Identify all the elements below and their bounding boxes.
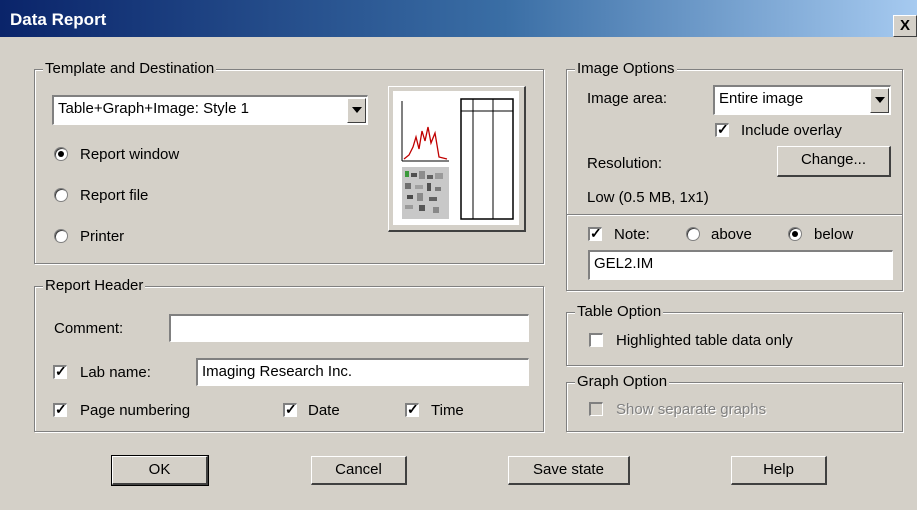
- note-label[interactable]: Note:: [614, 226, 650, 244]
- graph-option-legend: Graph Option: [575, 373, 670, 391]
- lab-name-checkbox[interactable]: [53, 363, 67, 379]
- note-below-radio[interactable]: [788, 227, 802, 241]
- template-preview-icon: [393, 91, 519, 225]
- save-state-button[interactable]: Save state: [508, 456, 630, 485]
- separate-graphs-checkbox[interactable]: [589, 402, 603, 416]
- report-header-legend: Report Header: [43, 277, 146, 295]
- table-option-legend: Table Option: [575, 303, 664, 321]
- include-overlay-checkbox[interactable]: [715, 121, 729, 137]
- template-preview-button[interactable]: [388, 86, 526, 232]
- page-numbering-checkbox[interactable]: [53, 401, 67, 417]
- template-destination-legend: Template and Destination: [43, 60, 217, 78]
- radio-report-window[interactable]: [54, 147, 68, 161]
- image-area-dropdown-value: Entire image: [719, 90, 804, 107]
- image-options-legend: Image Options: [575, 60, 677, 78]
- template-dropdown-value: Table+Graph+Image: Style 1: [58, 100, 249, 117]
- highlighted-table-checkbox[interactable]: [589, 333, 603, 347]
- date-label[interactable]: Date: [308, 402, 340, 420]
- radio-printer-label[interactable]: Printer: [80, 228, 124, 246]
- chevron-down-icon[interactable]: [347, 98, 366, 123]
- page-numbering-label[interactable]: Page numbering: [80, 402, 190, 420]
- note-field-value: GEL2.IM: [594, 255, 654, 272]
- image-area-dropdown[interactable]: Entire image: [713, 85, 891, 115]
- time-label[interactable]: Time: [431, 402, 464, 420]
- chevron-down-icon[interactable]: [870, 88, 889, 113]
- lab-name-label[interactable]: Lab name:: [80, 364, 151, 382]
- note-field[interactable]: GEL2.IM: [588, 250, 893, 280]
- time-checkbox[interactable]: [405, 401, 419, 417]
- separate-graphs-label[interactable]: Show separate graphs: [616, 401, 766, 419]
- note-checkbox[interactable]: [588, 225, 602, 241]
- help-button[interactable]: Help: [731, 456, 827, 485]
- date-checkbox[interactable]: [283, 401, 297, 417]
- template-dropdown[interactable]: Table+Graph+Image: Style 1: [52, 95, 368, 125]
- include-overlay-label[interactable]: Include overlay: [741, 122, 842, 140]
- image-area-label: Image area:: [587, 90, 668, 107]
- window-title: Data Report: [10, 10, 107, 29]
- radio-report-window-label[interactable]: Report window: [80, 146, 179, 164]
- comment-field[interactable]: [169, 314, 529, 342]
- resolution-value: Low (0.5 MB, 1x1): [587, 189, 709, 206]
- close-icon: X: [899, 17, 910, 34]
- resolution-label: Resolution:: [587, 155, 663, 172]
- note-above-radio[interactable]: [686, 227, 700, 241]
- note-below-label[interactable]: below: [814, 226, 853, 244]
- radio-printer[interactable]: [54, 229, 68, 243]
- note-above-label[interactable]: above: [711, 226, 752, 244]
- close-button[interactable]: X: [893, 15, 917, 37]
- image-options-divider: [567, 214, 902, 216]
- title-bar: Data Report X: [0, 0, 917, 37]
- change-resolution-button[interactable]: Change...: [777, 146, 891, 177]
- highlighted-table-label[interactable]: Highlighted table data only: [616, 332, 793, 350]
- comment-label: Comment:: [54, 320, 124, 337]
- ok-button[interactable]: OK: [111, 455, 209, 486]
- radio-report-file-label[interactable]: Report file: [80, 187, 148, 205]
- lab-name-field-value: Imaging Research Inc.: [202, 363, 353, 380]
- lab-name-field[interactable]: Imaging Research Inc.: [196, 358, 529, 386]
- cancel-button[interactable]: Cancel: [311, 456, 407, 485]
- radio-report-file[interactable]: [54, 188, 68, 202]
